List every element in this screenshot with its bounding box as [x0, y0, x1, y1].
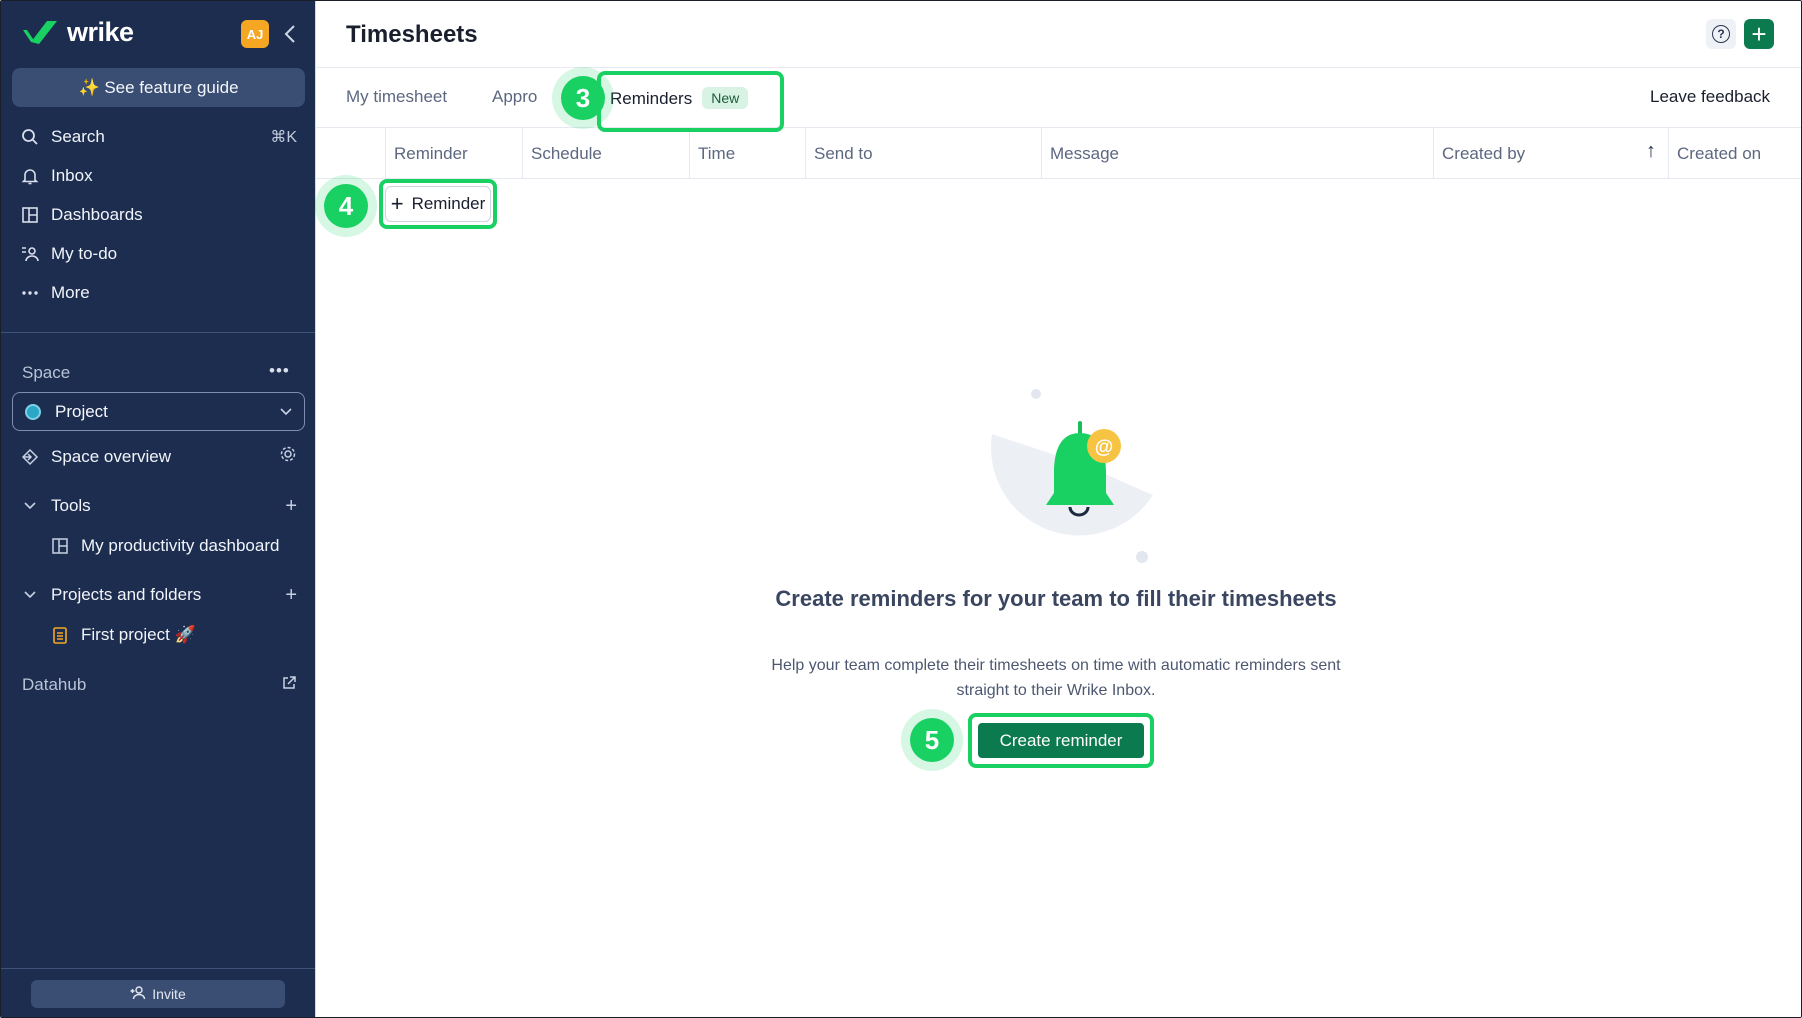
space-project-select[interactable]: Project: [12, 392, 305, 431]
table-header: Reminder Schedule Time Send to Message C…: [316, 128, 1801, 179]
search-shortcut: ⌘K: [270, 129, 297, 146]
sidebar-item-more[interactable]: More: [19, 278, 297, 308]
bell-icon: [19, 165, 41, 187]
sidebar-item-label: My to-do: [51, 244, 118, 263]
sidebar-item-my-todo[interactable]: My to-do: [19, 239, 297, 269]
todo-icon: [19, 243, 41, 265]
collapse-sidebar-button[interactable]: [279, 20, 301, 48]
sidebar-item-label: Datahub: [22, 675, 87, 694]
page-title: Timesheets: [346, 21, 478, 48]
help-button[interactable]: ?: [1706, 19, 1736, 49]
space-more-button[interactable]: •••: [269, 361, 290, 381]
tab-reminders[interactable]: Reminders New: [610, 87, 749, 109]
empty-state-description: Help your team complete their timesheets…: [771, 657, 1341, 699]
tab-my-timesheet[interactable]: My timesheet: [346, 87, 447, 107]
project-clipboard-icon: [49, 626, 71, 644]
sidebar-item-datahub[interactable]: Datahub: [22, 671, 297, 699]
tab-approvals[interactable]: Appro: [492, 87, 537, 107]
sidebar-item-label: Search: [51, 127, 105, 146]
gear-icon[interactable]: [279, 445, 297, 469]
step-3-badge: 3: [561, 76, 605, 120]
logo-text: wrike: [67, 16, 134, 47]
leave-feedback-link[interactable]: Leave feedback: [1650, 87, 1770, 107]
sidebar-item-inbox[interactable]: Inbox: [19, 161, 297, 191]
chevron-down-icon[interactable]: [19, 502, 41, 510]
chevron-left-icon: [284, 25, 295, 43]
avatar[interactable]: AJ: [241, 20, 269, 48]
dashboard-icon: [49, 537, 71, 555]
space-label: Space: [22, 363, 71, 382]
sidebar-item-label: Space overview: [51, 447, 172, 466]
column-header-schedule[interactable]: Schedule: [522, 128, 689, 179]
space-overview-icon: [19, 448, 41, 466]
sidebar-item-space-overview[interactable]: Space overview: [19, 442, 297, 472]
wrike-logo[interactable]: wrike: [21, 15, 134, 49]
project-select-value: Project: [55, 401, 108, 421]
sidebar-item-label: Tools: [51, 496, 91, 515]
tab-label: Reminders: [610, 89, 693, 108]
header-divider: [316, 67, 1801, 68]
invite-button[interactable]: Invite: [31, 980, 285, 1008]
wrike-check-icon: [23, 21, 57, 44]
sidebar-item-label: My productivity dashboard: [81, 536, 280, 555]
add-reminder-button[interactable]: + Reminder: [385, 186, 491, 222]
sidebar-item-label: More: [51, 283, 90, 302]
add-reminder-label: Reminder: [411, 194, 486, 213]
empty-state-title: Create reminders for your team to fill t…: [775, 586, 1337, 611]
sidebar-item-search[interactable]: Search ⌘K: [19, 122, 297, 152]
sort-ascending-icon[interactable]: ↑: [1646, 140, 1656, 163]
plus-icon: +: [1751, 19, 1767, 49]
column-header-reminder[interactable]: Reminder: [385, 128, 522, 179]
add-user-icon: [130, 985, 146, 1003]
project-space-icon: [25, 403, 41, 420]
sidebar-item-label: Dashboards: [51, 205, 143, 224]
invite-label: Invite: [152, 986, 186, 1002]
step-5-badge: 5: [910, 718, 954, 762]
chevron-down-icon[interactable]: [19, 591, 41, 599]
app-window: wrike AJ ✨ See feature guide Search ⌘K I…: [0, 0, 1802, 1018]
sidebar-bottom-divider: [1, 968, 315, 969]
sidebar-item-label: First project 🚀: [81, 625, 196, 644]
column-header-created-by[interactable]: Created by: [1433, 128, 1668, 179]
create-reminder-button[interactable]: Create reminder: [976, 721, 1146, 760]
chevron-down-icon: [280, 404, 292, 419]
column-header-created-on[interactable]: Created on: [1668, 128, 1801, 179]
search-icon: [19, 126, 41, 148]
sidebar-item-first-project[interactable]: First project 🚀: [49, 620, 297, 650]
sidebar-item-dashboards[interactable]: Dashboards: [19, 200, 297, 230]
more-icon: [19, 282, 41, 304]
sidebar-item-label: Inbox: [51, 166, 93, 185]
see-feature-guide-button[interactable]: ✨ See feature guide: [12, 68, 305, 107]
step-4-badge: 4: [324, 184, 368, 228]
sidebar-item-my-productivity-dashboard[interactable]: My productivity dashboard: [49, 531, 297, 561]
add-project-plus-icon[interactable]: +: [285, 584, 297, 607]
sidebar-item-projects-and-folders[interactable]: Projects and folders +: [19, 580, 297, 610]
sidebar: wrike AJ ✨ See feature guide Search ⌘K I…: [1, 1, 315, 1017]
new-badge: New: [702, 87, 749, 109]
dashboard-icon: [19, 204, 41, 226]
svg-text:@: @: [1095, 437, 1114, 458]
sidebar-item-tools[interactable]: Tools +: [19, 491, 297, 521]
main-content: Timesheets ? + My timesheet Appro Remind…: [315, 1, 1801, 1017]
sidebar-item-label: Projects and folders: [51, 585, 202, 604]
add-new-button[interactable]: +: [1744, 19, 1774, 49]
sidebar-divider: [1, 332, 315, 333]
column-header-time[interactable]: Time: [689, 128, 805, 179]
bell-reminder-illustration: @: [990, 389, 1153, 563]
help-icon: ?: [1712, 25, 1730, 43]
add-tool-plus-icon[interactable]: +: [285, 495, 297, 518]
column-header-send-to[interactable]: Send to: [805, 128, 1041, 179]
external-link-icon: [281, 675, 297, 696]
plus-icon: +: [390, 191, 404, 216]
column-header-message[interactable]: Message: [1041, 128, 1433, 179]
